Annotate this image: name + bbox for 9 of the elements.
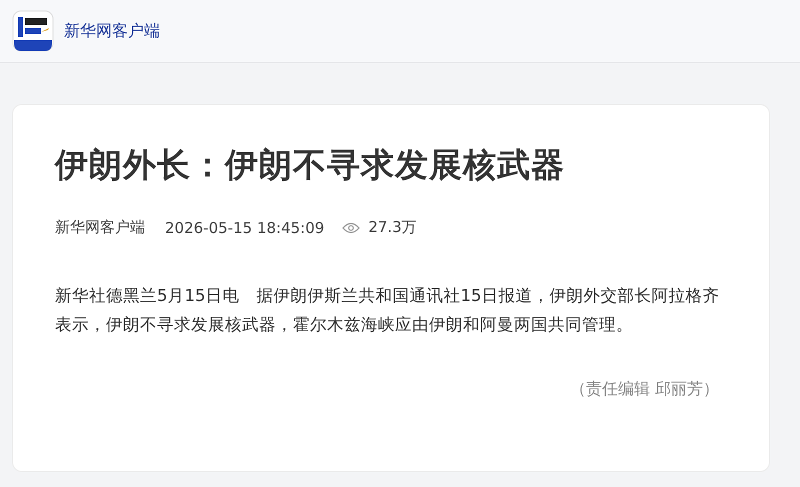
app-name: 新华网客户端 [64, 20, 160, 42]
eye-icon [342, 222, 360, 234]
view-count: 27.3万 [368, 218, 417, 237]
publish-time: 2026-05-15 18:45:09 [165, 218, 324, 236]
editor-credit: （责任编辑 邱丽芳） [570, 379, 719, 400]
article-title: 伊朗外长：伊朗不寻求发展核武器 [55, 144, 566, 186]
logo-icon [12, 10, 54, 52]
article-source: 新华网客户端 [55, 218, 145, 237]
article-body: 新华社德黑兰5月15日电 据伊朗伊斯兰共和国通讯社15日报道，伊朗外交部长阿拉格齐表示，伊朗不寻求发展核武器，霍尔木兹海峡应由伊朗和阿曼两国共同管理。 [55, 285, 720, 336]
